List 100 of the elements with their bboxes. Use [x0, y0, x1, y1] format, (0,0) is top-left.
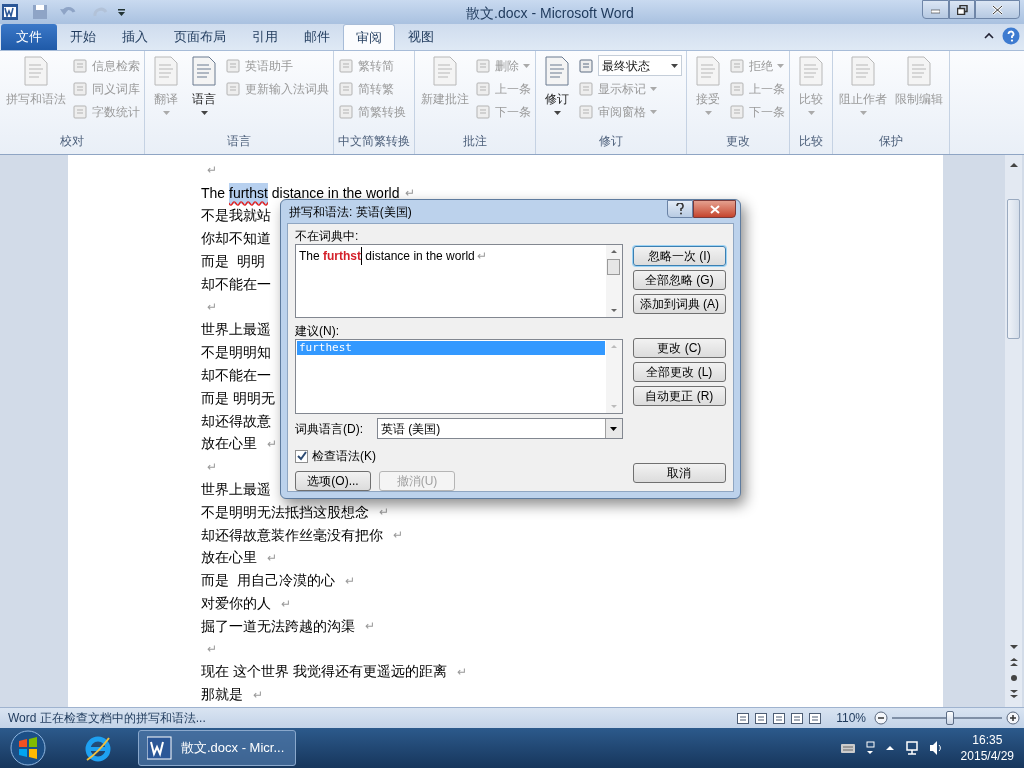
keyboard-icon[interactable] — [839, 741, 856, 755]
print-layout-icon[interactable] — [736, 711, 751, 725]
suggestion-item[interactable]: furthest — [297, 341, 605, 355]
paragraph-mark: ↵ — [252, 686, 263, 704]
document-text: 不是我就站 — [201, 206, 271, 226]
browse-object-icon[interactable] — [1008, 673, 1019, 683]
close-button[interactable] — [693, 200, 736, 218]
dialog-button[interactable]: 全部忽略 (G) — [632, 270, 726, 290]
clock-time[interactable]: 16:35 — [972, 732, 1003, 748]
ribbon-tab[interactable]: 审阅 — [343, 24, 395, 50]
ribbon-tab[interactable]: 插入 — [109, 24, 161, 50]
document-text: 那就是 — [201, 685, 244, 705]
reading-layout-icon[interactable] — [754, 711, 769, 725]
page-icon — [21, 55, 51, 87]
field-label: 不在词典中: — [295, 228, 360, 244]
scroll-thumb[interactable] — [607, 259, 621, 275]
scroll-down-icon[interactable] — [609, 308, 618, 314]
markup-dropdown[interactable]: 最终状态 — [598, 55, 682, 76]
dialog-button[interactable]: 自动更正 (R) — [632, 386, 726, 406]
document-text: 而是 用自己冷漠的心 — [201, 571, 336, 591]
grammar-checkbox[interactable]: 检查语法(K) — [295, 447, 623, 465]
ribbon-tab[interactable]: 文件 — [1, 24, 57, 50]
field-label: 建议(N): — [295, 323, 340, 339]
scroll-thumb[interactable] — [1007, 199, 1020, 339]
language-dropdown[interactable]: 英语 (美国) — [377, 418, 623, 439]
clock-date[interactable]: 2015/4/29 — [960, 748, 1014, 764]
zoom-out-icon[interactable] — [874, 711, 888, 725]
show-hidden-icons-icon[interactable] — [884, 743, 895, 753]
help-button[interactable] — [667, 200, 693, 218]
small-page-icon — [578, 80, 594, 97]
small-page-icon — [578, 57, 594, 74]
next-page-icon[interactable] — [1008, 689, 1019, 699]
dialog-button[interactable]: 忽略一次 (I) — [632, 246, 726, 266]
help-icon[interactable] — [1002, 27, 1020, 45]
page-icon — [542, 55, 572, 87]
document-text: 却不能在一 — [201, 366, 271, 386]
small-page-icon — [72, 80, 88, 97]
document-text: 放在心里 — [201, 434, 258, 454]
ribbon-tab[interactable]: 视图 — [395, 24, 447, 50]
document-text: 却还得故意 — [201, 411, 271, 431]
sentence-text: distance in the world — [364, 248, 475, 265]
scroll-up-icon[interactable] — [1008, 161, 1019, 169]
web-layout-icon[interactable] — [772, 711, 787, 725]
previous-page-icon[interactable] — [1008, 657, 1019, 667]
document-text: 却还得故意装作丝毫没有把你 — [201, 525, 384, 545]
start-button-icon[interactable] — [10, 730, 46, 766]
document-text: 你却不知道 — [201, 229, 271, 249]
document-text: 不是明明知 — [201, 343, 271, 363]
scroll-down-icon[interactable] — [1008, 643, 1019, 651]
misspelled-word: furthst — [323, 247, 362, 265]
customize-caret-icon[interactable] — [118, 8, 125, 16]
dialog-button[interactable]: 全部更改 (L) — [632, 362, 726, 382]
draft-icon[interactable] — [808, 711, 823, 725]
outline-icon[interactable] — [790, 711, 805, 725]
small-page-icon — [729, 103, 745, 120]
small-page-icon — [578, 103, 594, 120]
page-icon — [796, 55, 826, 87]
suggestion-list[interactable]: furthest — [295, 339, 623, 414]
sentence-box[interactable]: The furthst distance in the world ↵ — [295, 244, 623, 318]
ribbon-button[interactable]: 语言 — [187, 55, 221, 132]
ribbon-button[interactable]: 修订 — [540, 55, 574, 132]
help-icon — [675, 203, 685, 215]
group-label: 批注 — [462, 133, 488, 150]
taskbar-button[interactable]: 散文.docx - Micr... — [138, 730, 296, 766]
scroll-up-icon[interactable] — [609, 248, 618, 254]
zoom-slider[interactable] — [892, 711, 1002, 725]
field-label: 词典语言(D): — [295, 420, 364, 438]
small-page-icon — [338, 57, 354, 74]
vertical-scrollbar[interactable] — [1005, 155, 1022, 707]
dialog-button[interactable]: 更改 (C) — [632, 338, 726, 358]
checkbox[interactable] — [295, 449, 308, 463]
network-icon[interactable] — [904, 740, 919, 756]
group-label: 更改 — [725, 133, 751, 150]
document-text: 现在 这个世界 我觉得还有更遥远的距离 — [201, 662, 448, 682]
ribbon-tab[interactable]: 页面布局 — [161, 24, 239, 50]
restore-button[interactable] — [949, 0, 975, 19]
zoom-slider-thumb[interactable] — [946, 711, 955, 725]
collapse-ribbon-icon[interactable] — [984, 32, 994, 40]
restore-icon — [956, 4, 968, 15]
page-icon — [189, 55, 219, 87]
group-label: 中文简繁转换 — [338, 133, 410, 150]
page-icon — [693, 55, 723, 87]
word-app-icon — [147, 735, 173, 761]
dialog-button[interactable]: 选项(O)... — [295, 471, 371, 491]
ribbon-tab[interactable]: 引用 — [239, 24, 291, 50]
browser-icon[interactable] — [84, 734, 112, 762]
caret-icon — [610, 426, 618, 431]
ribbon-tab[interactable]: 开始 — [57, 24, 109, 50]
document-text: 世界上最遥 — [201, 320, 271, 340]
volume-icon[interactable] — [928, 740, 943, 756]
language-bar-icon[interactable] — [865, 741, 875, 755]
dialog-button[interactable]: 添加到词典 (A) — [632, 294, 726, 314]
word-logo-icon — [2, 4, 18, 20]
small-page-icon — [338, 103, 354, 120]
zoom-level[interactable]: 110% — [836, 709, 866, 727]
document-text: 放在心里 — [201, 548, 258, 568]
cancel-button[interactable]: 取消 — [632, 463, 726, 483]
paragraph-mark: ↵ — [392, 527, 403, 545]
zoom-in-icon[interactable] — [1006, 711, 1020, 725]
ribbon-tab[interactable]: 邮件 — [291, 24, 343, 50]
